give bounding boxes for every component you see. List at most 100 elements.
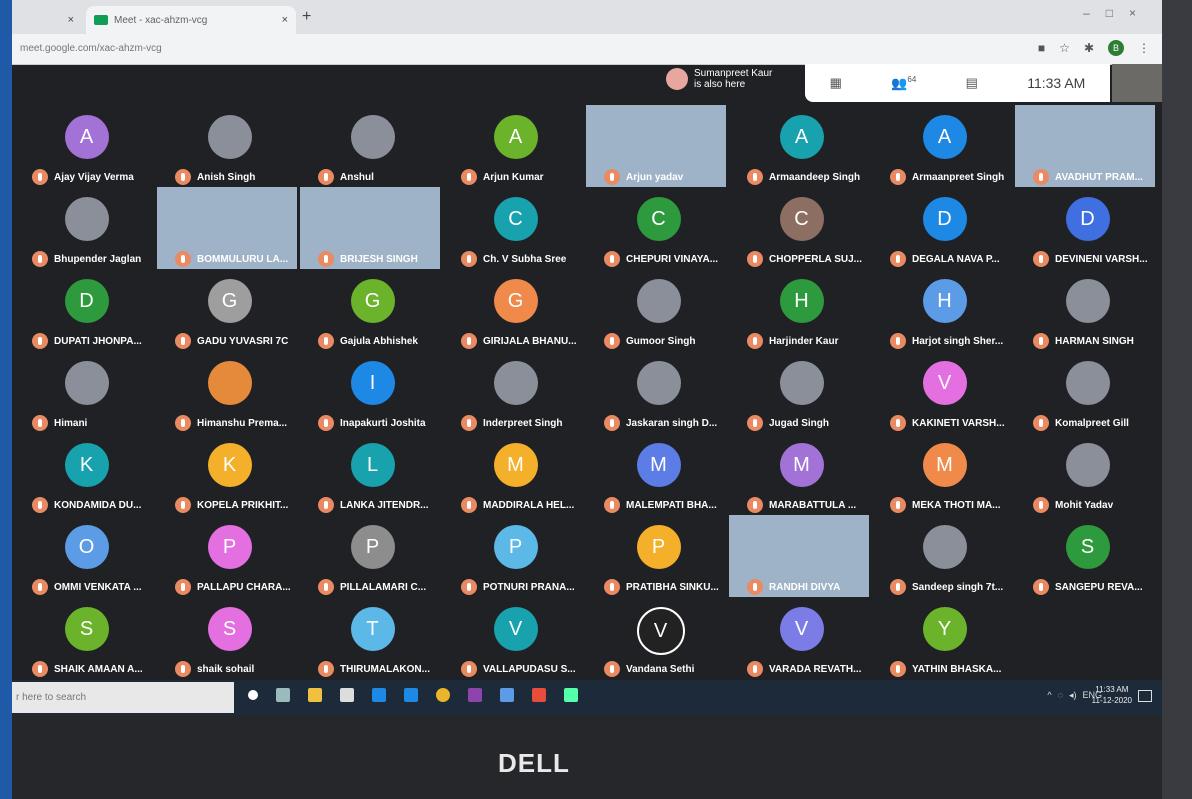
participants-button[interactable]: 👥64 [891, 75, 916, 91]
mail-icon[interactable] [372, 688, 386, 702]
participant-tile[interactable]: V Vandana Sethi [586, 597, 731, 679]
extension-icon[interactable]: ✱ [1084, 41, 1094, 55]
participant-tile[interactable]: Jugad Singh [729, 351, 874, 433]
participant-tile[interactable]: Mohit Yadav [1015, 433, 1160, 515]
grid-view-icon[interactable]: ▦ [830, 75, 842, 91]
participant-tile[interactable]: P PALLAPU CHARA... [157, 515, 302, 597]
participant-tile[interactable]: Himani [14, 351, 159, 433]
url-text[interactable]: meet.google.com/xac-ahzm-vcg [20, 43, 162, 54]
chrome-icon[interactable] [436, 688, 450, 702]
participant-tile[interactable]: Jaskaran singh D... [586, 351, 731, 433]
participant-tile[interactable]: P PILLALAMARI C... [300, 515, 445, 597]
participant-tile[interactable]: HARMAN SINGH [1015, 269, 1160, 351]
participant-tile[interactable]: Himanshu Prema... [157, 351, 302, 433]
participant-tile[interactable]: M MEKA THOTI MA... [872, 433, 1017, 515]
camera-icon[interactable]: ■ [1038, 41, 1045, 55]
participant-tile[interactable]: K KOPELA PRIKHIT... [157, 433, 302, 515]
participant-tile[interactable]: G Gajula Abhishek [300, 269, 445, 351]
participant-avatar: P [636, 525, 681, 569]
participant-tile[interactable]: Sshaik sohail [157, 597, 302, 679]
participant-tile[interactable]: BRIJESH SINGH [300, 187, 445, 269]
participant-tile[interactable]: Inderpreet Singh [443, 351, 588, 433]
participant-name: Arjun Kumar [483, 171, 544, 183]
close-tab-icon[interactable]: × [68, 14, 74, 26]
mic-muted-icon [747, 497, 763, 513]
participant-nameline: KAKINETI VARSH... [890, 415, 1005, 431]
participant-tile[interactable]: Y YATHIN BHASKA... [872, 597, 1017, 679]
self-view[interactable] [1112, 64, 1162, 102]
tab-meet[interactable]: Meet - xac-ahzm-vcg × [86, 6, 296, 34]
tab-inactive[interactable]: × [12, 6, 82, 34]
participant-tile[interactable]: Bhupender Jaglan [14, 187, 159, 269]
participant-tile[interactable]: M MADDIRALA HEL... [443, 433, 588, 515]
participant-tile[interactable]: P POTNURI PRANA... [443, 515, 588, 597]
participant-tile[interactable]: V VALLAPUDASU S... [443, 597, 588, 679]
participant-tile[interactable]: C CHEPURI VINAYA... [586, 187, 731, 269]
meet-icon [94, 15, 108, 25]
participant-tile[interactable]: S SHAIK AMAAN A... [14, 597, 159, 679]
participants-count: 64 [907, 74, 917, 84]
participant-tile[interactable]: A Ajay Vijay Verma [14, 105, 159, 187]
participant-tile[interactable]: A Armaandeep Singh [729, 105, 874, 187]
window-controls[interactable]: –□× [1083, 6, 1152, 20]
participant-tile[interactable]: I Inapakurti Joshita [300, 351, 445, 433]
notification-icon[interactable] [1138, 690, 1152, 702]
participant-tile[interactable]: Komalpreet Gill [1015, 351, 1160, 433]
network-icon[interactable]: ◌ [1058, 690, 1063, 701]
participant-tile[interactable]: O OMMI VENKATA ... [14, 515, 159, 597]
participant-tile[interactable]: M MARABATTULA ... [729, 433, 874, 515]
chat-icon[interactable]: ▤ [966, 75, 978, 91]
participant-tile[interactable]: RANDHI DIVYA [729, 515, 874, 597]
participant-tile[interactable]: K KONDAMIDA DU... [14, 433, 159, 515]
new-tab-button[interactable]: + [302, 8, 311, 26]
task-view-icon[interactable] [276, 688, 290, 702]
participant-tile[interactable]: D DEGALA NAVA P... [872, 187, 1017, 269]
participant-tile[interactable]: V KAKINETI VARSH... [872, 351, 1017, 433]
chevron-up-icon[interactable]: ^ [1047, 690, 1051, 701]
taskbar-clock[interactable]: 11:33 AM 11-12-2020 [1092, 684, 1132, 706]
participant-tile[interactable]: D DEVINENI VARSH... [1015, 187, 1160, 269]
app-icon[interactable] [468, 688, 482, 702]
file-explorer-icon[interactable] [308, 688, 322, 702]
app-icon[interactable] [404, 688, 418, 702]
participant-tile[interactable]: A Arjun Kumar [443, 105, 588, 187]
close-tab-icon[interactable]: × [282, 14, 288, 26]
store-icon[interactable] [340, 688, 354, 702]
address-bar[interactable]: meet.google.com/xac-ahzm-vcg ■ ☆ ✱ B ⋮ [12, 34, 1162, 65]
participant-tile[interactable]: Anish Singh [157, 105, 302, 187]
participant-tile[interactable]: Arjun yadav [586, 105, 731, 187]
participant-tile[interactable]: BOMMULURU LA... [157, 187, 302, 269]
participant-tile[interactable]: C Ch. V Subha Sree [443, 187, 588, 269]
participant-tile[interactable]: L LANKA JITENDR... [300, 433, 445, 515]
cortana-icon[interactable] [248, 690, 258, 700]
participant-tile[interactable]: Anshul [300, 105, 445, 187]
mic-muted-icon [318, 415, 334, 431]
menu-icon[interactable]: ⋮ [1138, 41, 1150, 55]
participant-tile[interactable]: AVADHUT PRAM... [1015, 105, 1160, 187]
star-icon[interactable]: ☆ [1059, 41, 1070, 55]
taskbar-search-input[interactable]: r here to search [12, 682, 234, 713]
participant-tile[interactable]: C CHOPPERLA SUJ... [729, 187, 874, 269]
participant-tile[interactable]: G GIRIJALA BHANU... [443, 269, 588, 351]
app-icon[interactable] [564, 688, 578, 702]
profile-avatar[interactable]: B [1108, 40, 1124, 56]
participant-name: KOPELA PRIKHIT... [197, 499, 289, 511]
participant-tile[interactable]: H Harjinder Kaur [729, 269, 874, 351]
participant-tile[interactable]: P PRATIBHA SINKU... [586, 515, 731, 597]
participant-tile[interactable]: G GADU YUVASRI 7C [157, 269, 302, 351]
app-icon[interactable] [500, 688, 514, 702]
participant-avatar: V [636, 607, 685, 655]
app-icon[interactable] [532, 688, 546, 702]
participant-tile[interactable]: Gumoor Singh [586, 269, 731, 351]
participant-tile[interactable]: T THIRUMALAKON... [300, 597, 445, 679]
participant-tile[interactable]: M MALEMPATI BHA... [586, 433, 731, 515]
volume-icon[interactable]: ◂) [1069, 690, 1077, 701]
participant-avatar: C [493, 197, 538, 241]
participant-tile[interactable]: D DUPATI JHONPA... [14, 269, 159, 351]
participant-name: HARMAN SINGH [1055, 335, 1134, 347]
participant-tile[interactable]: Sandeep singh 7t... [872, 515, 1017, 597]
participant-tile[interactable]: H Harjot singh Sher... [872, 269, 1017, 351]
participant-tile[interactable]: S SANGEPU REVA... [1015, 515, 1160, 597]
participant-tile[interactable]: A Armaanpreet Singh [872, 105, 1017, 187]
participant-tile[interactable]: V VARADA REVATH... [729, 597, 874, 679]
